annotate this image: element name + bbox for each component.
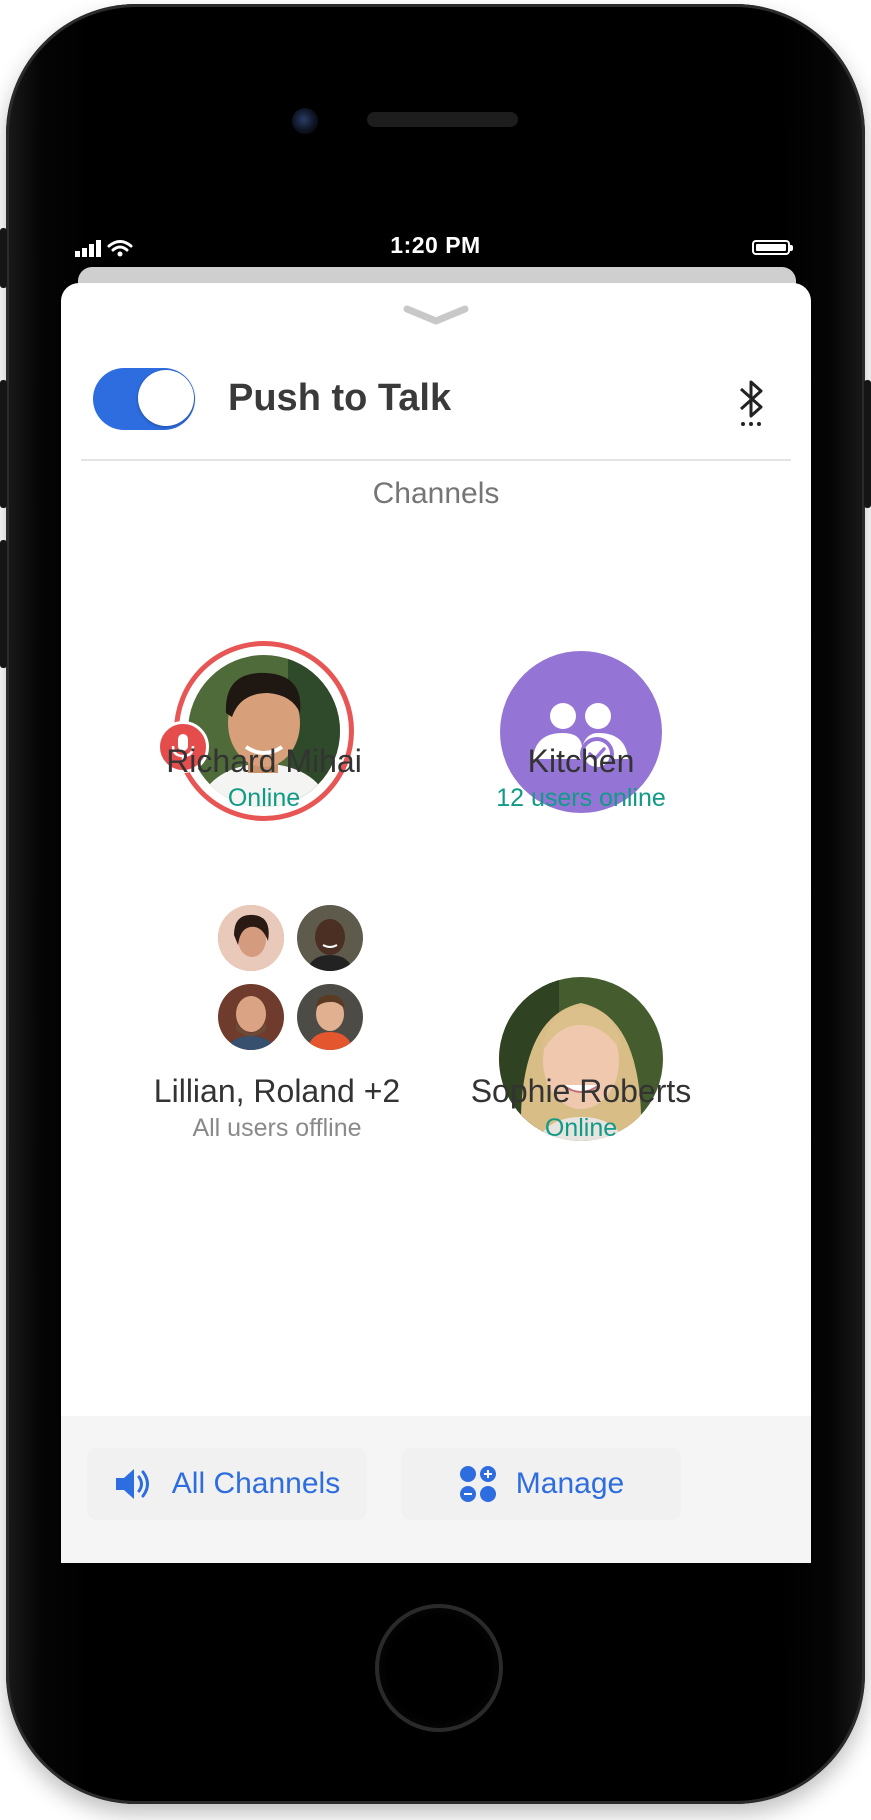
- avatar: [218, 905, 284, 971]
- avatar: [218, 984, 284, 1050]
- section-title: Channels: [372, 477, 500, 510]
- volume-down-button: [0, 540, 7, 668]
- channel-name: Richard Mihai: [166, 743, 362, 779]
- manage-label: Manage: [515, 1467, 625, 1500]
- battery-icon: [752, 240, 793, 255]
- home-button[interactable]: [375, 1604, 503, 1732]
- page-title: Push to Talk: [228, 377, 452, 419]
- all-channels-label: All Channels: [171, 1467, 341, 1500]
- channel-tile-richard[interactable]: Richard Mihai Online: [104, 743, 424, 813]
- speaker-icon: [115, 1469, 149, 1499]
- push-to-talk-sheet: Push to Talk Channels Richard Mihai Onli…: [61, 283, 811, 1563]
- channel-tile-group[interactable]: Lillian, Roland +2 All users offline: [127, 1073, 427, 1143]
- channel-status: Online: [544, 1114, 618, 1142]
- channel-status: All users offline: [192, 1114, 362, 1142]
- bottom-bar: All Channels Manage: [61, 1416, 811, 1563]
- chevron-down-icon[interactable]: [401, 303, 471, 332]
- manage-grid-icon: [459, 1466, 496, 1502]
- manage-button[interactable]: Manage: [401, 1448, 681, 1520]
- channel-name: Kitchen: [527, 743, 635, 779]
- status-time: 1:20 PM: [390, 232, 481, 258]
- toggle-knob: [138, 370, 194, 426]
- avatar: [297, 984, 363, 1050]
- channel-name: Sophie Roberts: [470, 1073, 692, 1109]
- channel-status: 12 users online: [496, 784, 666, 812]
- bluetooth-icon[interactable]: [737, 379, 767, 432]
- push-to-talk-toggle[interactable]: [93, 368, 195, 430]
- channel-tile-kitchen[interactable]: Kitchen 12 users online: [421, 743, 741, 813]
- channel-status: Online: [227, 784, 301, 812]
- power-button: [864, 380, 871, 508]
- channel-tile-sophie[interactable]: Sophie Roberts Online: [421, 1073, 741, 1143]
- volume-up-button: [0, 380, 7, 508]
- earpiece-speaker: [367, 112, 518, 127]
- avatar: [297, 905, 363, 971]
- front-camera: [292, 108, 318, 134]
- header-divider: [81, 459, 791, 461]
- all-channels-button[interactable]: All Channels: [87, 1448, 367, 1520]
- channel-name: Lillian, Roland +2: [153, 1073, 401, 1109]
